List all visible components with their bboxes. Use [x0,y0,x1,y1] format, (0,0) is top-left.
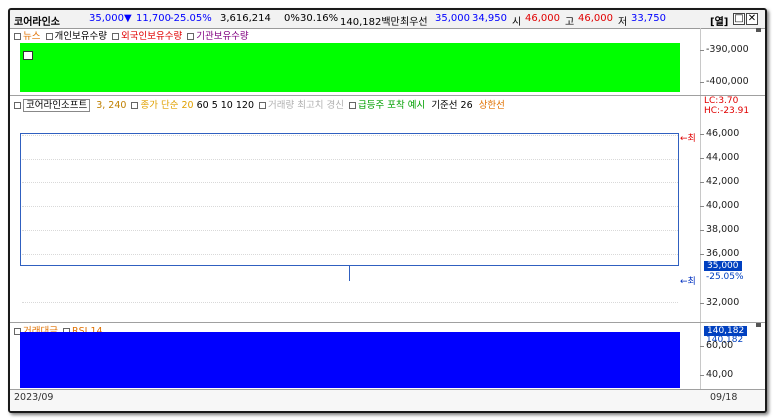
tick: 36,000 [699,248,740,259]
tick: -400,000 [700,76,749,87]
lc-label: LC:3.70 [704,96,739,106]
tick: 40,00 [699,369,734,380]
stock-name[interactable]: 코어라인소 [14,13,60,28]
tick: 60,00 [699,340,734,351]
start-date: 2023/09 [14,392,54,403]
legend-ma-type[interactable]: 종가 단순 20 [140,100,193,111]
ratio-label: 0% [284,13,300,24]
grid-icon[interactable] [23,51,33,60]
down-arrow-icon: ▼ [124,13,132,24]
price-legend: 코어라인소프트 3, 240 종가 단순 20 60 5 10 120 거래량 … [12,97,505,112]
legend-baseline[interactable]: 기준선 26 [431,100,472,111]
low-label: 저 [618,17,628,28]
chart-window: 코어라인소 35,000 ▼ 11,700 -25.05% 3,616,214 … [8,8,767,413]
holdings-legend: 뉴스 개인보유수량 외국인보유수량 기관보유수량 [12,28,249,42]
high-label: 고 [565,17,575,28]
current-price: 35,000 [89,13,124,24]
ratio-value: 30.16% [300,13,339,24]
change-percent: -25.05% [170,13,212,24]
legend-news[interactable]: 뉴스 [23,31,40,42]
date-axis: 2023/09 09/18 [10,390,765,411]
hc-label: HC:-23.91 [704,106,750,116]
tick: 32,000 [699,297,740,308]
legend-surge[interactable]: 급등주 포착 예시 [358,100,425,111]
min-price-marker: ←최 [680,277,696,287]
price-range-box [20,133,679,266]
best-ask: 35,000 [435,13,470,24]
legend-ma-label[interactable]: 3, 240 [96,100,126,111]
open-toggle-button[interactable]: [열] [710,13,728,28]
close-icon[interactable]: ✕ [746,13,758,25]
open-price: 46,000 [525,13,560,24]
current-pct-label: -25.05% [706,272,744,282]
low-price: 33,750 [631,13,666,24]
panel-menu-icon[interactable] [756,323,761,327]
legend-ma-periods[interactable]: 60 5 10 120 [197,100,254,111]
tick: 42,000 [699,176,740,187]
volume-axis: 140,182 140,182 60,00 40,00 [699,323,765,389]
price-axis: LC:3.70 HC:-23.91 46,000 44,000 42,000 4… [699,96,765,322]
legend-institution[interactable]: 기관보유수량 [196,31,248,42]
tick: 38,000 [699,224,740,235]
legend-upper-limit[interactable]: 상한선 [479,100,505,111]
holdings-fill [20,43,680,92]
panel-menu-icon[interactable] [756,28,761,32]
legend-foreign[interactable]: 외국인보유수량 [121,31,182,42]
volume-fill [20,332,680,388]
quote-header: 코어라인소 35,000 ▼ 11,700 -25.05% 3,616,214 … [10,10,765,29]
end-date: 09/18 [710,392,738,403]
trade-volume: 3,616,214 [220,13,271,24]
restore-icon[interactable]: □ [733,13,745,25]
trade-amount: 140,182백만 [340,17,400,28]
tick: 46,000 [699,128,740,139]
legend-individual[interactable]: 개인보유수량 [55,31,107,42]
open-label: 시 [512,17,522,28]
grid-line [22,302,678,303]
tick: 40,000 [699,200,740,211]
price-change: 11,700 [136,13,171,24]
tick: -390,000 [700,44,749,55]
best-quote-label: 최우선 [400,17,428,28]
max-price-marker: ←최 [680,134,696,144]
legend-stock-name[interactable]: 코어라인소프트 [23,99,91,112]
best-bid: 34,950 [472,13,507,24]
panel-divider[interactable] [10,95,765,96]
holdings-axis: -390,000 -400,000 [700,28,765,95]
price-wick [349,266,350,281]
tick: 44,000 [699,152,740,163]
panel-divider[interactable] [10,322,765,323]
high-price: 46,000 [578,13,613,24]
current-price-badge: 35,000 [704,261,742,271]
legend-volume-high[interactable]: 거래량 최고치 경신 [268,100,344,111]
